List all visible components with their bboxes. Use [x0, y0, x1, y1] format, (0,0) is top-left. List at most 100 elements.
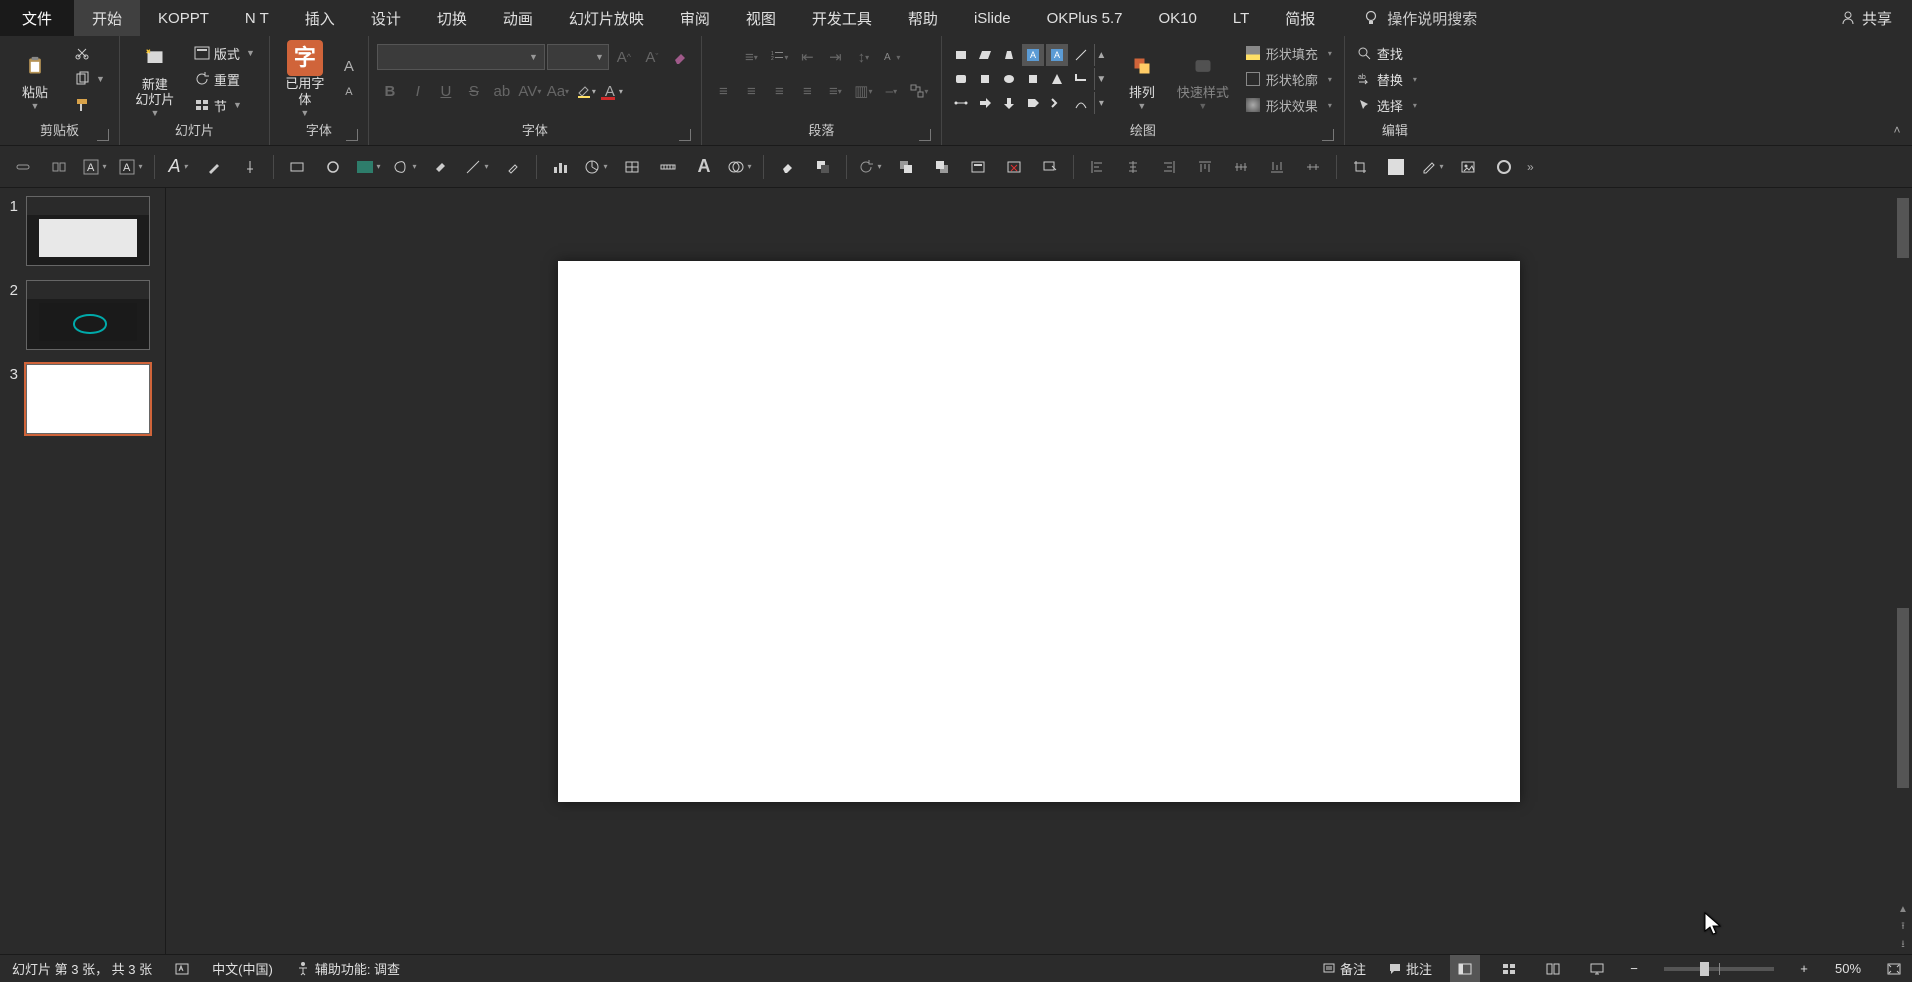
- quickstyles-button[interactable]: 快速样式▼: [1176, 40, 1230, 118]
- tab-file[interactable]: 文件: [0, 0, 74, 36]
- qat-overflow[interactable]: »: [1527, 160, 1534, 174]
- status-comments[interactable]: 批注: [1384, 955, 1436, 982]
- scrollbar-thumb-top[interactable]: [1897, 198, 1909, 258]
- qat-btn-wordart[interactable]: A: [691, 154, 717, 180]
- qat-btn-highlight[interactable]: [428, 154, 454, 180]
- qat-btn-merge[interactable]: [727, 154, 753, 180]
- qat-btn-1[interactable]: [10, 154, 36, 180]
- tab-brief[interactable]: 简报: [1267, 0, 1333, 36]
- tab-okplus[interactable]: OKPlus 5.7: [1029, 0, 1141, 36]
- share-button[interactable]: 共享: [1840, 0, 1892, 36]
- qat-btn-extract[interactable]: [1037, 154, 1063, 180]
- qat-btn-pie[interactable]: [583, 154, 609, 180]
- canvas-scrollbar[interactable]: ▲ ⭱ ⭳: [1894, 188, 1912, 954]
- slide-thumbnails-panel[interactable]: 1 2 3: [0, 188, 166, 954]
- change-case-button[interactable]: Aa▾: [545, 78, 571, 104]
- shapes-scroll-down[interactable]: ▼: [1094, 68, 1108, 90]
- text-direction-button[interactable]: A▾: [878, 44, 904, 70]
- clipboard-launcher[interactable]: [97, 129, 109, 141]
- status-spellcheck[interactable]: [170, 955, 194, 982]
- align-left-button[interactable]: ≡: [710, 78, 736, 104]
- zoom-percent[interactable]: 50%: [1826, 961, 1870, 976]
- tab-lt[interactable]: LT: [1215, 0, 1267, 36]
- qat-btn-chart[interactable]: [547, 154, 573, 180]
- bullets-button[interactable]: ≡▾: [738, 44, 764, 70]
- shape-outline-button[interactable]: 形状轮廓▾: [1242, 67, 1336, 91]
- qat-btn-brush[interactable]: [500, 154, 526, 180]
- qat-btn-line[interactable]: [464, 154, 490, 180]
- bold-button[interactable]: B: [377, 78, 403, 104]
- ribbon-collapse-button[interactable]: ˄: [1888, 121, 1906, 139]
- thumb-3[interactable]: [26, 364, 150, 434]
- canvas-area[interactable]: ▲ ⭱ ⭳: [166, 188, 1912, 954]
- char-spacing-button[interactable]: AV▾: [517, 78, 543, 104]
- qat-btn-ring[interactable]: [1491, 154, 1517, 180]
- layout-button[interactable]: 版式▼: [188, 41, 261, 65]
- qat-btn-image[interactable]: [1455, 154, 1481, 180]
- align-justify-button[interactable]: ≡: [794, 78, 820, 104]
- qat-btn-4[interactable]: A: [118, 154, 144, 180]
- qat-btn-alignmid[interactable]: [1228, 154, 1254, 180]
- indent-inc-button[interactable]: ⇥: [822, 44, 848, 70]
- font-size-combo[interactable]: ▼: [547, 44, 609, 70]
- strike-button[interactable]: S: [461, 78, 487, 104]
- shapes-gallery[interactable]: A A ▲ ▼: [950, 44, 1108, 114]
- font-larger-mini[interactable]: A: [338, 54, 360, 78]
- smartart-button[interactable]: ▾: [906, 78, 932, 104]
- scroll-prev-slide[interactable]: ⭱: [1894, 918, 1912, 936]
- copy-button[interactable]: ▼: [68, 67, 111, 91]
- tab-ok10[interactable]: OK10: [1141, 0, 1215, 36]
- tab-animations[interactable]: 动画: [485, 0, 551, 36]
- status-notes[interactable]: 备注: [1318, 955, 1370, 982]
- scrollbar-thumb[interactable]: [1897, 608, 1909, 788]
- font-smaller-mini[interactable]: A: [338, 80, 360, 104]
- tab-insert[interactable]: 插入: [287, 0, 353, 36]
- align-text-button[interactable]: ⎯▾: [878, 78, 904, 104]
- font-launcher[interactable]: [679, 129, 691, 141]
- grow-font-button[interactable]: A^: [611, 44, 637, 70]
- scroll-next-slide[interactable]: ⭳: [1894, 936, 1912, 954]
- qat-btn-2[interactable]: [46, 154, 72, 180]
- qat-btn-eyedrop[interactable]: [1419, 154, 1445, 180]
- status-language[interactable]: 中文(中国): [208, 955, 277, 982]
- slide-thumb-2[interactable]: 2: [6, 280, 159, 350]
- qat-btn-front[interactable]: [893, 154, 919, 180]
- distribute-button[interactable]: ≡▾: [822, 78, 848, 104]
- indent-dec-button[interactable]: ⇤: [794, 44, 820, 70]
- replace-button[interactable]: ab替换▾: [1353, 67, 1421, 91]
- scroll-up-btn[interactable]: ▲: [1894, 900, 1912, 918]
- qat-btn-rect[interactable]: [284, 154, 310, 180]
- shadow-button[interactable]: ab: [489, 78, 515, 104]
- status-slide-info[interactable]: 幻灯片 第 3 张， 共 3 张: [8, 955, 156, 982]
- qat-btn-shape[interactable]: [392, 154, 418, 180]
- tell-me-search[interactable]: 操作说明搜索: [1363, 0, 1477, 36]
- qat-btn-mask[interactable]: [810, 154, 836, 180]
- qat-btn-crop[interactable]: [1347, 154, 1373, 180]
- qat-btn-circle[interactable]: [320, 154, 346, 180]
- qat-btn-back[interactable]: [929, 154, 955, 180]
- used-fonts-button[interactable]: 字 已用字 体 ▼: [278, 40, 332, 118]
- qat-btn-font[interactable]: A: [165, 154, 191, 180]
- zoom-out[interactable]: −: [1626, 961, 1642, 976]
- tab-review[interactable]: 审阅: [662, 0, 728, 36]
- align-center-button[interactable]: ≡: [738, 78, 764, 104]
- shapes-scroll-expand[interactable]: ▾: [1094, 92, 1108, 114]
- reset-button[interactable]: 重置: [188, 67, 261, 91]
- tab-view[interactable]: 视图: [728, 0, 794, 36]
- slide-canvas[interactable]: [558, 261, 1520, 802]
- status-accessibility[interactable]: 辅助功能: 调查: [291, 955, 404, 982]
- qat-btn-alignbot[interactable]: [1264, 154, 1290, 180]
- qat-btn-table[interactable]: [619, 154, 645, 180]
- font-name-combo[interactable]: ▼: [377, 44, 545, 70]
- qat-btn-3[interactable]: A: [82, 154, 108, 180]
- paragraph-launcher[interactable]: [919, 129, 931, 141]
- cut-button[interactable]: [68, 41, 111, 65]
- tab-home[interactable]: 开始: [74, 0, 140, 36]
- qat-btn-aligncenter[interactable]: [1120, 154, 1146, 180]
- numbering-button[interactable]: 12▾: [766, 44, 792, 70]
- view-reading[interactable]: [1538, 955, 1568, 982]
- tab-islide[interactable]: iSlide: [956, 0, 1029, 36]
- thumb-2[interactable]: [26, 280, 150, 350]
- line-spacing-button[interactable]: ↕▾: [850, 44, 876, 70]
- slide-thumb-3[interactable]: 3: [6, 364, 159, 434]
